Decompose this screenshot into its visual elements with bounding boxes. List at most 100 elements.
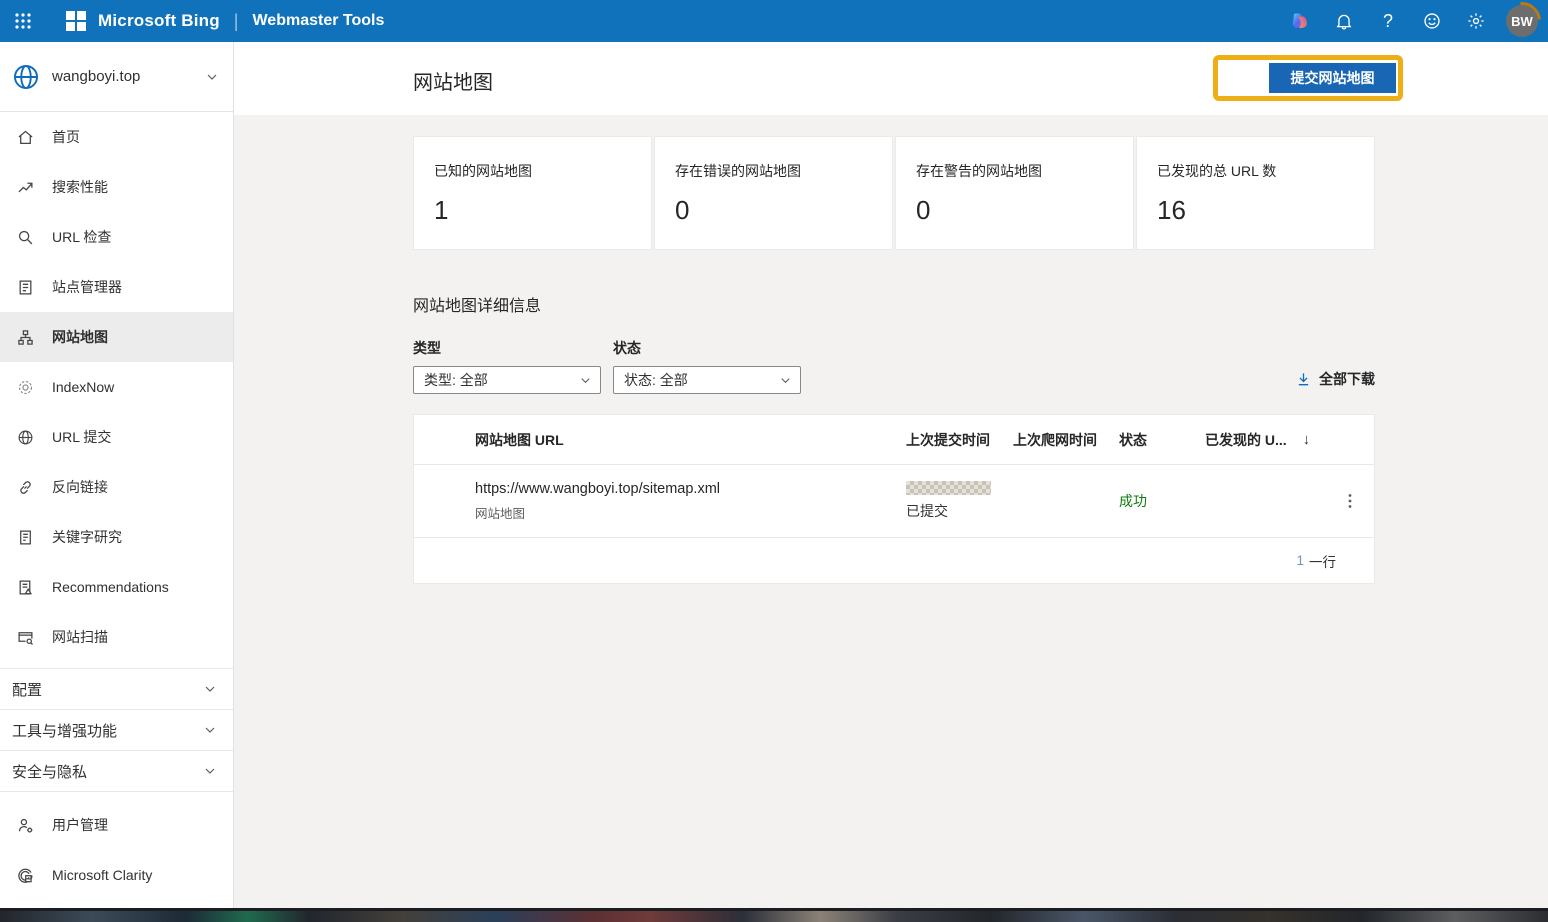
home-icon: [16, 128, 34, 146]
type-filter-label: 类型: [413, 338, 601, 358]
app-launcher-icon[interactable]: [8, 6, 38, 36]
page-number[interactable]: 1: [1296, 553, 1304, 568]
sidebar-section-security[interactable]: 安全与隐私: [0, 751, 233, 792]
sidebar-item-label: 用户管理: [52, 815, 108, 835]
column-header-status[interactable]: 状态: [1119, 430, 1205, 450]
chevron-down-icon: [203, 764, 217, 778]
desktop-wallpaper-strip: [0, 908, 1548, 922]
brand-separator: |: [234, 11, 239, 32]
chevron-down-icon: [779, 374, 792, 387]
indexnow-icon: [16, 378, 34, 396]
submit-state-label: 已提交: [906, 501, 1013, 521]
top-bar: Microsoft Bing | Webmaster Tools: [0, 0, 1548, 42]
stat-value: 0: [675, 195, 872, 226]
sidebar-item-label: 关键字研究: [52, 527, 122, 547]
sidebar-item-microsoft-clarity[interactable]: Microsoft Clarity: [0, 850, 233, 900]
globe-icon: [16, 428, 34, 446]
notifications-icon[interactable]: [1326, 3, 1362, 39]
chevron-down-icon: [203, 723, 217, 737]
sidebar-item-site-scan[interactable]: 网站扫描: [0, 612, 233, 662]
trending-icon: [16, 178, 34, 196]
download-all-label: 全部下载: [1319, 369, 1375, 389]
stat-label: 已发现的总 URL 数: [1157, 161, 1354, 181]
copilot-icon[interactable]: [1282, 3, 1318, 39]
sidebar-item-recommendations[interactable]: Recommendations: [0, 562, 233, 612]
row-more-options-icon[interactable]: [1344, 489, 1356, 513]
brand-title[interactable]: Microsoft Bing: [98, 11, 220, 31]
sidebar-item-label: Microsoft Clarity: [52, 867, 152, 883]
sort-descending-icon[interactable]: ↓: [1303, 431, 1311, 448]
sidebar-item-indexnow[interactable]: IndexNow: [0, 362, 233, 412]
settings-gear-icon[interactable]: [1458, 3, 1494, 39]
column-header-last-crawled[interactable]: 上次爬网时间: [1013, 430, 1119, 450]
sitemap-type-label: 网站地图: [475, 503, 906, 522]
table-row[interactable]: https://www.wangboyi.top/sitemap.xml 网站地…: [414, 465, 1374, 538]
censored-last-submitted-value: [906, 481, 991, 495]
stat-label: 已知的网站地图: [434, 161, 631, 181]
product-title[interactable]: Webmaster Tools: [252, 12, 384, 30]
section-label: 工具与增强功能: [12, 720, 117, 741]
sidebar-item-site-explorer[interactable]: 站点管理器: [0, 262, 233, 312]
chevron-down-icon: [205, 70, 219, 84]
sidebar-item-keyword-research[interactable]: 关键字研究: [0, 512, 233, 562]
stat-card-sitemaps-with-errors: 存在错误的网站地图 0: [654, 136, 893, 250]
sidebar-item-home[interactable]: 首页: [0, 112, 233, 162]
sitemap-url-link[interactable]: https://www.wangboyi.top/sitemap.xml: [475, 481, 906, 497]
main-content: 已知的网站地图 1 存在错误的网站地图 0 存在警告的网站地图 0 已发现的总 …: [234, 115, 1548, 908]
sidebar-item-label: URL 提交: [52, 427, 111, 447]
stat-value: 1: [434, 195, 631, 226]
stats-row: 已知的网站地图 1 存在错误的网站地图 0 存在警告的网站地图 0 已发现的总 …: [413, 136, 1375, 250]
table-header: 网站地图 URL 上次提交时间 上次爬网时间 状态 已发现的 U... ↓: [414, 415, 1374, 465]
section-title: 网站地图详细信息: [413, 292, 1375, 316]
site-scan-icon: [16, 628, 34, 646]
sidebar-item-label: 网站扫描: [52, 627, 108, 647]
sidebar-item-url-inspection[interactable]: URL 检查: [0, 212, 233, 262]
table-footer: 1 一行: [414, 538, 1374, 583]
search-icon: [16, 228, 34, 246]
column-header-url[interactable]: 网站地图 URL: [475, 430, 906, 450]
feedback-smiley-icon[interactable]: [1414, 3, 1450, 39]
sidebar-nav: 首页 搜索性能 URL 检查 站点管理器 网站地图: [0, 112, 233, 908]
site-globe-icon: [12, 63, 40, 91]
sidebar-item-label: Recommendations: [52, 579, 169, 595]
type-filter-value: 类型: 全部: [424, 370, 488, 390]
download-icon: [1296, 372, 1311, 387]
sidebar-item-label: 搜索性能: [52, 177, 108, 197]
sidebar-section-tools[interactable]: 工具与增强功能: [0, 710, 233, 751]
status-filter-dropdown[interactable]: 状态: 全部: [613, 366, 801, 394]
status-filter-value: 状态: 全部: [624, 370, 688, 390]
page-title: 网站地图: [413, 66, 493, 95]
sidebar-item-search-performance[interactable]: 搜索性能: [0, 162, 233, 212]
avatar[interactable]: BW: [1506, 5, 1538, 37]
status-filter-label: 状态: [613, 338, 801, 358]
sidebar-item-label: 站点管理器: [52, 277, 122, 297]
highlight-annotation: 提交网站地图: [1213, 55, 1403, 101]
sidebar-item-user-management[interactable]: 用户管理: [0, 800, 233, 850]
sidebar: wangboyi.top 首页 搜索性能 URL 检查: [0, 42, 234, 908]
clarity-icon: [16, 866, 34, 884]
backlink-icon: [16, 478, 34, 496]
sidebar-item-url-submission[interactable]: URL 提交: [0, 412, 233, 462]
type-filter-dropdown[interactable]: 类型: 全部: [413, 366, 601, 394]
sidebar-section-configuration[interactable]: 配置: [0, 669, 233, 710]
stat-card-known-sitemaps: 已知的网站地图 1: [413, 136, 652, 250]
chevron-down-icon: [203, 682, 217, 696]
sidebar-item-label: URL 检查: [52, 227, 111, 247]
site-name: wangboyi.top: [52, 68, 205, 85]
section-label: 配置: [12, 679, 42, 700]
sidebar-item-label: IndexNow: [52, 379, 114, 395]
keyword-icon: [16, 528, 34, 546]
submit-sitemap-button[interactable]: 提交网站地图: [1269, 63, 1396, 93]
stat-value: 0: [916, 195, 1113, 226]
sidebar-item-backlinks[interactable]: 反向链接: [0, 462, 233, 512]
column-header-urls-discovered[interactable]: 已发现的 U...: [1205, 430, 1287, 450]
sidebar-item-label: 网站地图: [52, 327, 108, 347]
column-header-last-submitted[interactable]: 上次提交时间: [906, 430, 1013, 450]
status-badge: 成功: [1119, 491, 1205, 511]
download-all-link[interactable]: 全部下载: [1296, 369, 1375, 394]
sidebar-item-sitemaps[interactable]: 网站地图: [0, 312, 233, 362]
site-selector[interactable]: wangboyi.top: [0, 42, 233, 112]
microsoft-logo-icon: [66, 11, 86, 31]
help-icon[interactable]: ?: [1370, 3, 1406, 39]
user-settings-icon: [16, 816, 34, 834]
